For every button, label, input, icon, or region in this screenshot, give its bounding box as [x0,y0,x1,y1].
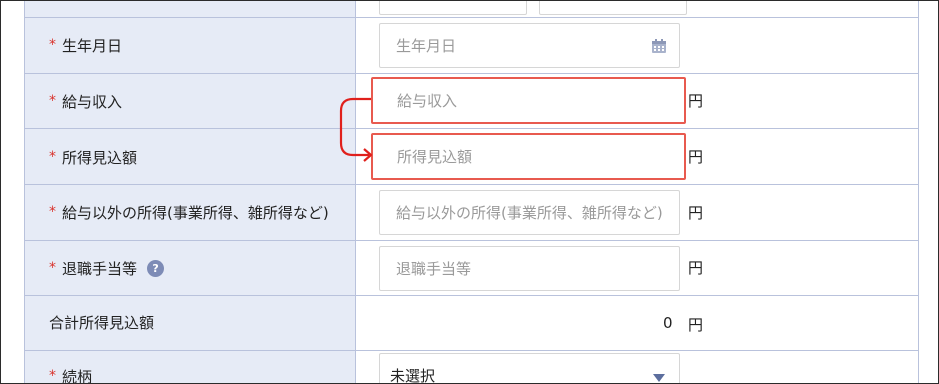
relationship-label: * 続柄 [49,366,92,384]
salary-income-placeholder: 給与収入 [397,92,458,110]
retirement-allowance-unit: 円 [688,259,704,277]
relationship-select[interactable]: 未選択 [379,353,680,384]
expected-income-unit: 円 [688,148,704,166]
total-income-label: 合計所得見込額 [49,312,154,332]
relationship-label-text: 続柄 [62,367,93,384]
salary-income-unit: 円 [688,92,704,110]
form-table: * 生年月日 生年月日 * 給与収入 給与収入 円 * 所得見込額 所得見込額 … [24,1,919,384]
previous-row-input-right[interactable] [539,1,687,15]
row-divider [25,184,918,185]
salary-income-label-text: 給与収入 [62,92,123,111]
screenshot-frame: * 生年月日 生年月日 * 給与収入 給与収入 円 * 所得見込額 所得見込額 … [0,0,939,384]
calendar-icon[interactable] [651,38,667,54]
other-income-placeholder: 給与以外の所得(事業所得、雑所得など) [396,204,663,222]
required-mark: * [49,260,56,276]
other-income-label: * 給与以外の所得(事業所得、雑所得など) [49,202,329,222]
row-divider [25,17,918,18]
row-divider [25,240,918,241]
total-income-label-text: 合計所得見込額 [49,313,155,332]
birthdate-label-text: 生年月日 [62,36,123,55]
other-income-input[interactable]: 給与以外の所得(事業所得、雑所得など) [379,190,680,235]
expected-income-label-text: 所得見込額 [62,148,138,167]
expected-income-placeholder: 所得見込額 [397,148,473,166]
relationship-selected-value: 未選択 [390,367,436,384]
required-mark: * [49,368,56,384]
birthdate-label: * 生年月日 [49,35,122,55]
retirement-allowance-placeholder: 退職手当等 [396,260,472,278]
retirement-allowance-input[interactable]: 退職手当等 [379,246,680,291]
other-income-label-text: 給与以外の所得(事業所得、雑所得など) [62,203,329,222]
previous-row-input-left[interactable] [379,1,527,15]
total-income-value: 0 [663,314,673,332]
chevron-down-icon [653,374,665,382]
row-divider [25,73,918,74]
expected-income-label: * 所得見込額 [49,147,137,167]
row-divider [25,295,918,296]
row-divider [25,128,918,129]
total-income-unit: 円 [688,316,704,334]
connector-arrow-icon [339,97,373,162]
expected-income-input[interactable]: 所得見込額 [371,133,686,180]
row-divider [25,350,918,351]
birthdate-input[interactable]: 生年月日 [379,23,680,68]
salary-income-input[interactable]: 給与収入 [371,77,686,124]
required-mark: * [49,204,56,220]
other-income-unit: 円 [688,204,704,222]
required-mark: * [49,93,56,109]
help-icon[interactable]: ? [147,259,165,277]
required-mark: * [49,149,56,165]
salary-income-label: * 給与収入 [49,91,122,111]
required-mark: * [49,37,56,53]
retirement-allowance-label: * 退職手当等 ? [49,258,165,278]
birthdate-placeholder: 生年月日 [396,37,457,55]
retirement-allowance-label-text: 退職手当等 [62,259,138,278]
